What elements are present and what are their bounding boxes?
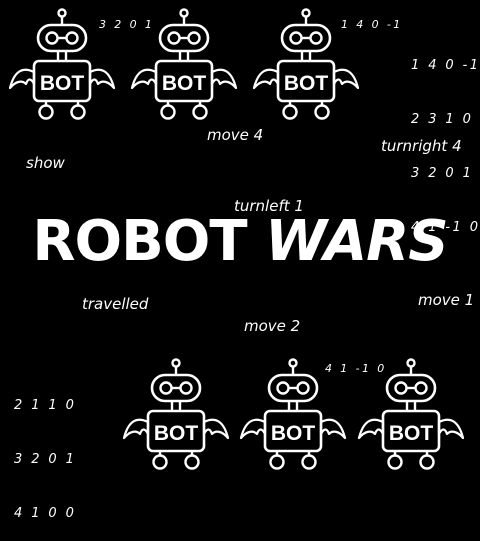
code-line: 2 3 1 0 xyxy=(411,112,474,127)
robot-icon: BOT xyxy=(122,358,230,470)
robot-badge: BOT xyxy=(271,422,316,445)
robot-badge: BOT xyxy=(284,72,329,95)
code-line: 4 1 0 0 xyxy=(14,506,77,521)
title-word-wars: WARS xyxy=(265,209,449,274)
robot-badge: BOT xyxy=(162,72,207,95)
robot-code-top-first: 3 2 0 1 xyxy=(99,18,155,31)
title-word-robot: ROBOT xyxy=(32,209,247,274)
code-line: 3 2 0 1 xyxy=(411,166,474,181)
robot-badge: BOT xyxy=(154,422,199,445)
code-line: 2 1 1 0 xyxy=(14,398,77,413)
code-line: 3 2 0 1 xyxy=(14,452,77,467)
command-travelled: travelled xyxy=(82,295,149,313)
robot-badge: BOT xyxy=(389,422,434,445)
robot-code-bottom-second: 4 1 -1 0 xyxy=(325,362,387,375)
command-turnright-4: turnright 4 xyxy=(381,137,462,155)
command-show: show xyxy=(26,154,65,172)
code-block-bottom-left: 2 1 1 0 3 2 0 1 4 1 0 0 xyxy=(14,361,76,541)
command-move-4: move 4 xyxy=(207,126,264,144)
robot-graphic: BOT xyxy=(122,358,230,470)
robot-code-top-third: 1 4 0 -1 xyxy=(341,18,403,31)
game-title: ROBOT WARS xyxy=(0,214,480,270)
command-move-2: move 2 xyxy=(244,317,301,335)
command-move-1: move 1 xyxy=(418,291,475,309)
code-line: 1 4 0 -1 xyxy=(411,58,480,73)
robot-badge: BOT xyxy=(40,72,85,95)
